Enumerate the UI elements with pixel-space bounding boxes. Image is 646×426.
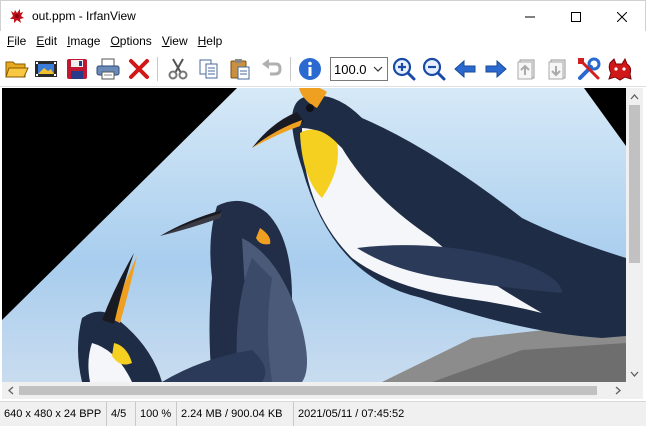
maximize-icon	[571, 11, 581, 22]
cut-icon	[168, 58, 188, 80]
menu-file[interactable]: File	[2, 31, 31, 51]
scroll-up-arrow-icon[interactable]	[626, 88, 643, 105]
properties-tools-icon	[578, 57, 601, 80]
minimize-icon	[525, 16, 535, 17]
status-dimensions: 640 x 480 x 24 BPP	[0, 401, 107, 426]
menu-help[interactable]: Help	[193, 31, 228, 51]
chevron-down-icon	[371, 58, 385, 80]
zoom-value: 100.0	[334, 61, 367, 77]
toolbar: 100.0	[0, 51, 646, 87]
next-icon	[485, 59, 507, 79]
delete-button[interactable]	[126, 56, 152, 82]
menu-view[interactable]: View	[157, 31, 193, 51]
menu-image[interactable]: Image	[62, 31, 105, 51]
undo-icon	[262, 59, 282, 76]
status-file-size: 2.24 MB / 900.04 KB	[177, 401, 294, 426]
copy-icon	[199, 59, 218, 79]
print-icon	[96, 58, 120, 80]
irfanview-red-cat-icon	[10, 9, 24, 23]
close-icon	[617, 11, 627, 22]
status-bar: 640 x 480 x 24 BPP 4/5 100 % 2.24 MB / 9…	[0, 401, 646, 426]
menu-edit[interactable]: Edit	[31, 31, 62, 51]
next-button[interactable]	[483, 56, 509, 82]
zoom-select[interactable]: 100.0	[330, 57, 388, 81]
slideshow-button[interactable]	[33, 56, 59, 82]
horizontal-scrollbar[interactable]	[2, 382, 626, 399]
window-title: out.ppm - IrfanView	[32, 9, 136, 23]
menu-bar: File Edit Image Options View Help	[0, 31, 646, 51]
previous-icon	[454, 59, 476, 79]
zoom-out-button[interactable]	[421, 56, 447, 82]
menu-options[interactable]: Options	[105, 31, 156, 51]
save-button[interactable]	[64, 56, 90, 82]
zoom-in-button[interactable]	[391, 56, 417, 82]
scroll-down-arrow-icon[interactable]	[626, 365, 643, 382]
maximize-button[interactable]	[553, 1, 599, 32]
info-icon	[299, 58, 321, 80]
copy-button[interactable]	[196, 56, 222, 82]
paste-icon	[230, 59, 250, 80]
zoom-in-icon	[392, 57, 416, 81]
properties-button[interactable]	[576, 56, 602, 82]
scrollbar-corner	[626, 382, 643, 399]
title-bar: out.ppm - IrfanView	[0, 0, 646, 31]
print-button[interactable]	[95, 56, 121, 82]
image-viewport[interactable]	[2, 88, 626, 382]
save-icon	[67, 59, 87, 79]
close-button[interactable]	[599, 1, 645, 32]
delete-icon	[129, 59, 149, 79]
penguins-image	[2, 88, 626, 382]
minimize-button[interactable]	[507, 1, 553, 32]
open-button[interactable]	[4, 56, 30, 82]
paste-button[interactable]	[227, 56, 253, 82]
vertical-scroll-thumb[interactable]	[629, 105, 640, 263]
status-zoom: 100 %	[136, 401, 177, 426]
open-folder-icon	[5, 61, 29, 78]
scroll-right-arrow-icon[interactable]	[609, 382, 626, 399]
toolbar-separator	[290, 57, 291, 81]
status-page: 4/5	[107, 401, 136, 426]
first-page-icon	[517, 59, 535, 80]
horizontal-scroll-thumb[interactable]	[19, 386, 597, 395]
vertical-scrollbar[interactable]	[626, 88, 643, 382]
undo-button[interactable]	[258, 56, 284, 82]
status-datetime: 2021/05/11 / 07:45:52	[298, 407, 405, 420]
zoom-out-icon	[422, 57, 446, 81]
slideshow-icon	[35, 61, 57, 77]
last-page-button[interactable]	[545, 56, 571, 82]
previous-button[interactable]	[452, 56, 478, 82]
last-page-icon	[548, 59, 566, 80]
info-button[interactable]	[297, 56, 323, 82]
toolbar-separator	[157, 57, 158, 81]
cut-button[interactable]	[165, 56, 191, 82]
irfanview-cat-icon	[608, 57, 632, 81]
first-page-button[interactable]	[514, 56, 540, 82]
about-irfanview-button[interactable]	[607, 56, 633, 82]
scroll-left-arrow-icon[interactable]	[2, 382, 19, 399]
